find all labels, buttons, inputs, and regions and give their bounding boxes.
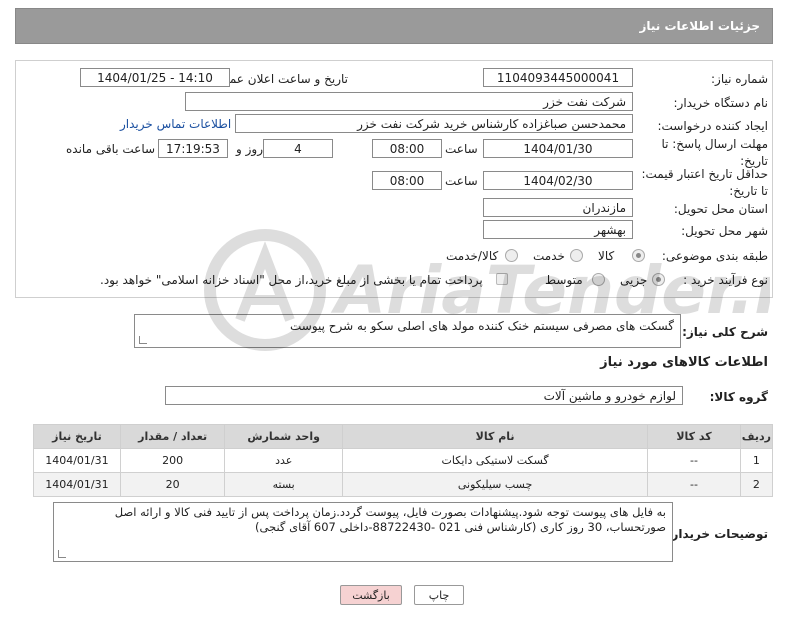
deadline-label-line1: مهلت ارسال پاسخ: تا <box>661 137 768 151</box>
validity-label: حداقل تاریخ اعتبار قیمت: تا تاریخ: <box>641 166 768 200</box>
back-button[interactable]: بازگشت <box>340 585 402 605</box>
deadline-date-field: 1404/01/30 <box>483 139 633 158</box>
requester-field: محمدحسن صباغزاده کارشناس خرید شرکت نفت خ… <box>235 114 633 133</box>
cell-item-code: -- <box>647 448 741 473</box>
cell-item-name: گسکت لاستیکی دایکات <box>341 448 649 473</box>
deadline-time-field: 08:00 <box>372 139 442 158</box>
cell-item-name: چسب سیلیکونی <box>341 472 649 497</box>
cell-unit: عدد <box>224 448 343 473</box>
validity-time-field: 08:00 <box>372 171 442 190</box>
page-header: جزئیات اطلاعات نیاز <box>15 8 773 44</box>
need-number-field: 1104093445000041 <box>483 68 633 87</box>
col-item-name: نام کالا <box>341 424 649 449</box>
col-item-code: کد کالا <box>647 424 741 449</box>
contact-info-link[interactable]: اطلاعات تماس خریدار <box>120 117 231 131</box>
cell-quantity: 20 <box>119 472 226 497</box>
requester-label: ایجاد کننده درخواست: <box>657 119 768 133</box>
cell-unit: بسته <box>224 472 343 497</box>
days-label: روز و <box>236 142 263 156</box>
remaining-time-field: 17:19:53 <box>158 139 228 158</box>
deadline-time-label: ساعت <box>445 142 478 156</box>
category-goods-label: کالا <box>598 249 615 263</box>
validity-label-line1: حداقل تاریخ اعتبار قیمت: <box>641 167 768 181</box>
validity-time-label: ساعت <box>445 174 478 188</box>
process-partial-radio[interactable] <box>652 273 665 286</box>
goods-section-title: اطلاعات کالاهای مورد نیاز <box>600 355 768 370</box>
table-row: 1 -- گسکت لاستیکی دایکات عدد 200 1404/01… <box>33 448 774 473</box>
buyer-notes-label: توضیحات خریدار: <box>666 527 768 541</box>
cell-item-code: -- <box>647 472 741 497</box>
resize-grip[interactable] <box>58 550 66 558</box>
items-table: ردیف کد کالا نام کالا واحد شمارش تعداد /… <box>33 424 774 497</box>
buyer-notes-line2: صورتحساب، 30 روز کاری (کارشناس فنی 021 -… <box>254 520 666 534</box>
cell-row-num: 1 <box>739 448 774 473</box>
category-goods-service-label: کالا/خدمت <box>446 249 499 263</box>
days-field: 4 <box>263 139 333 158</box>
general-desc-label: شرح کلی نیاز: <box>682 325 768 339</box>
cell-need-date: 1404/01/31 <box>33 448 121 473</box>
cell-quantity: 200 <box>119 448 226 473</box>
cell-need-date: 1404/01/31 <box>33 472 121 497</box>
province-field: مازندران <box>483 198 633 217</box>
category-service-radio[interactable] <box>570 249 583 262</box>
buyer-org-field: شرکت نفت خزر <box>185 92 633 111</box>
province-label: استان محل تحویل: <box>673 202 768 216</box>
cell-row-num: 2 <box>739 472 774 497</box>
buyer-org-label: نام دستگاه خریدار: <box>673 96 769 110</box>
process-partial-label: جزیی <box>620 273 648 287</box>
announce-field: 1404/01/25 - 14:10 <box>80 68 230 87</box>
process-label: نوع فرآیند خرید : <box>683 273 768 287</box>
validity-label-line2: تا تاریخ: <box>729 184 768 198</box>
goods-group-label: گروه کالا: <box>709 390 768 404</box>
remaining-time-label: ساعت باقی مانده <box>66 142 156 156</box>
city-label: شهر محل تحویل: <box>681 224 768 238</box>
deadline-label: مهلت ارسال پاسخ: تا تاریخ: <box>661 136 768 170</box>
general-desc-field[interactable]: گسکت های مصرفی سیستم خنک کننده مولد های … <box>134 314 681 348</box>
category-goods-service-radio[interactable] <box>505 249 518 262</box>
treasury-checkbox[interactable] <box>496 273 508 285</box>
items-table-wrap: ردیف کد کالا نام کالا واحد شمارش تعداد /… <box>33 424 774 497</box>
payment-note: پرداخت تمام یا بخشی از مبلغ خرید،از محل … <box>100 273 483 287</box>
goods-group-field: لوازم خودرو و ماشین آلات <box>165 386 683 405</box>
table-header-row: ردیف کد کالا نام کالا واحد شمارش تعداد /… <box>33 424 774 449</box>
page-title: جزئیات اطلاعات نیاز <box>639 19 760 33</box>
need-number-label: شماره نیاز: <box>711 72 768 86</box>
col-quantity: تعداد / مقدار <box>119 424 226 449</box>
col-row-num: ردیف <box>739 424 774 449</box>
buyer-notes-field[interactable]: به فایل های پیوست توجه شود.پیشنهادات بصو… <box>53 502 673 562</box>
col-unit: واحد شمارش <box>224 424 343 449</box>
category-goods-radio[interactable] <box>632 249 645 262</box>
table-row: 2 -- چسب سیلیکونی بسته 20 1404/01/31 <box>33 472 774 497</box>
print-button[interactable]: چاپ <box>414 585 464 605</box>
col-need-date: تاریخ نیاز <box>33 424 121 449</box>
buyer-notes-line1: به فایل های پیوست توجه شود.پیشنهادات بصو… <box>114 505 666 519</box>
process-medium-radio[interactable] <box>592 273 605 286</box>
general-desc-text: گسکت های مصرفی سیستم خنک کننده مولد های … <box>289 319 674 333</box>
city-field: بهشهر <box>483 220 633 239</box>
process-medium-label: متوسط <box>545 273 583 287</box>
category-label: طبقه بندی موضوعی: <box>661 249 768 263</box>
validity-date-field: 1404/02/30 <box>483 171 633 190</box>
resize-grip[interactable] <box>139 336 147 344</box>
category-service-label: خدمت <box>533 249 565 263</box>
